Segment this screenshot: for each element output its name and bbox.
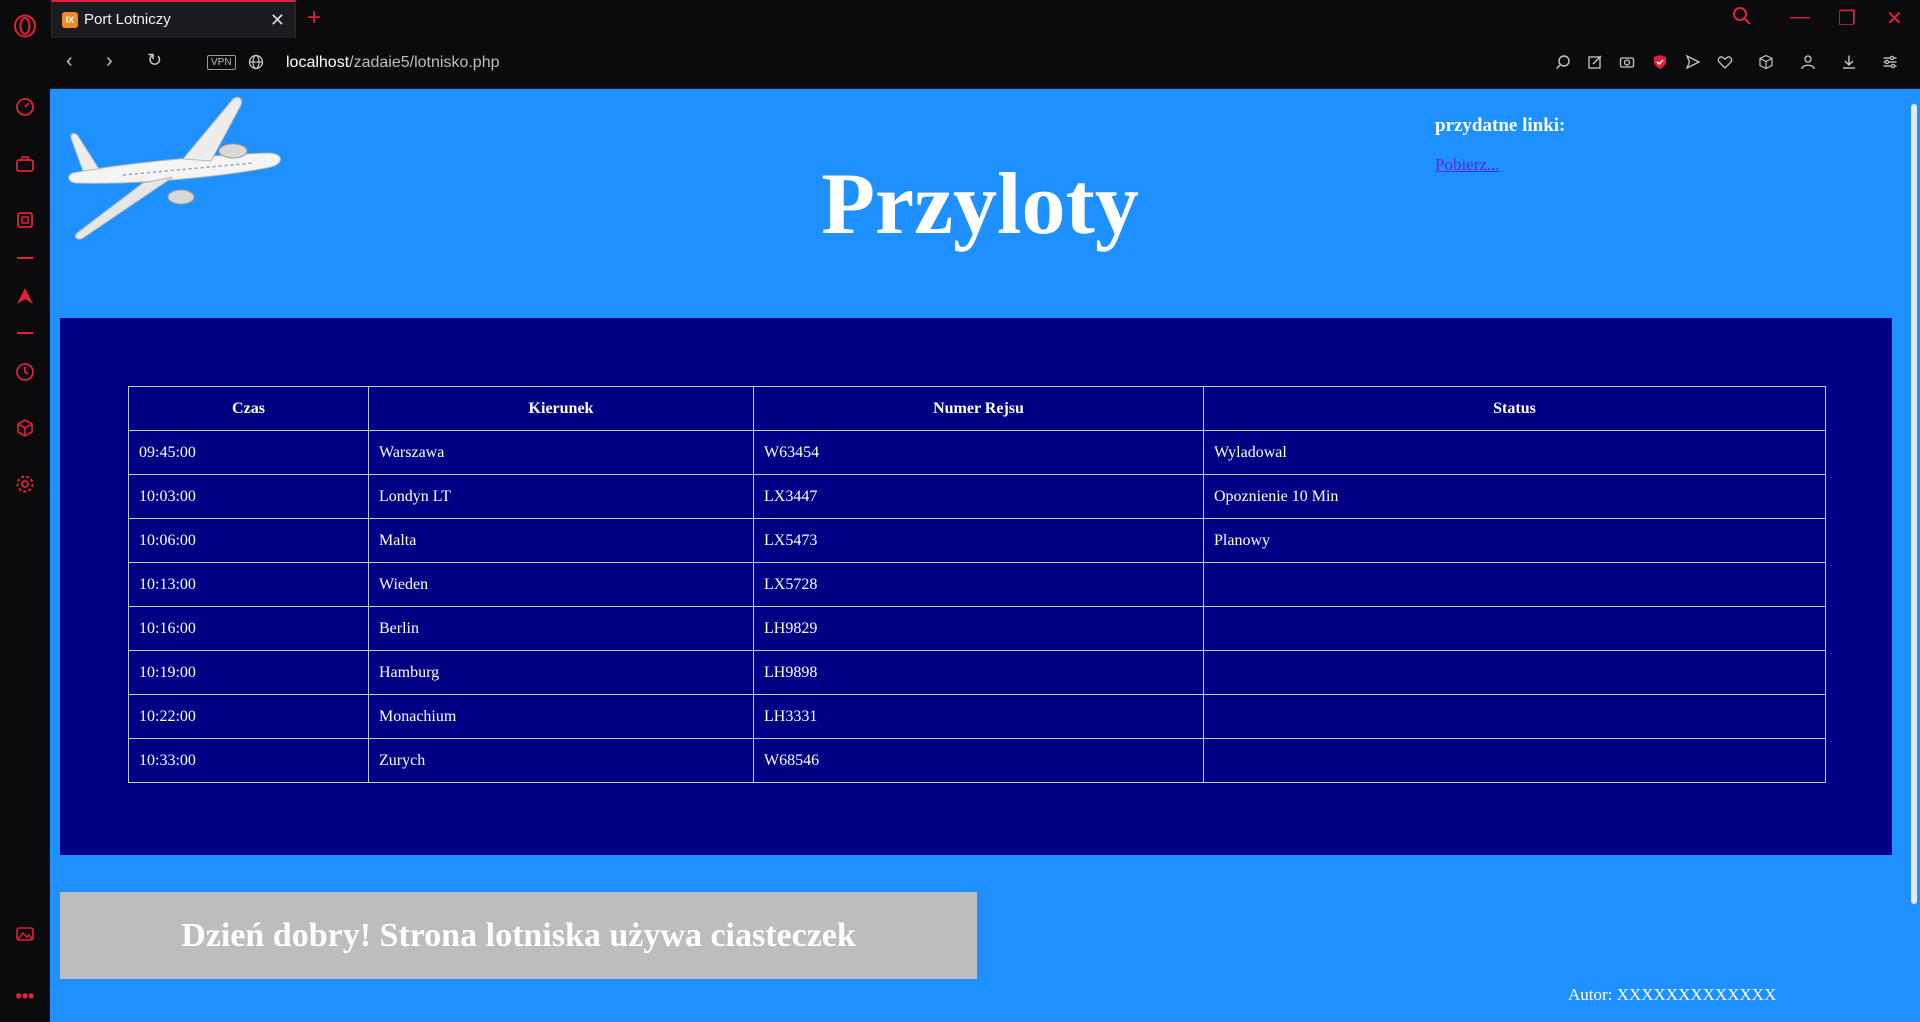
cell-flight-number: W63454	[753, 430, 1204, 475]
cell-time: 10:16:00	[128, 606, 369, 651]
cell-direction: Zurych	[368, 738, 754, 783]
page-scrollbar[interactable]	[1906, 89, 1920, 1022]
cell-direction: Wieden	[368, 562, 754, 607]
cell-status	[1203, 738, 1826, 783]
globe-icon[interactable]	[246, 52, 266, 72]
cell-time: 10:06:00	[128, 518, 369, 563]
useful-links-section: przydatne linki: Pobierz...	[1435, 115, 1565, 175]
cell-flight-number: LX5473	[753, 518, 1204, 563]
profile-icon[interactable]	[1798, 52, 1818, 72]
new-tab-icon[interactable]: +	[307, 4, 321, 32]
cell-time: 10:33:00	[128, 738, 369, 783]
more-dots-icon[interactable]: •••	[13, 984, 37, 1008]
cell-status	[1203, 694, 1826, 739]
cell-direction: Monachium	[368, 694, 754, 739]
vpn-badge[interactable]: VPN	[207, 55, 236, 70]
tab-strip: IX Port Lotniczy ✕ + — ❐ ✕	[50, 0, 1920, 38]
page-viewport: Przyloty przydatne linki: Pobierz... Cza…	[50, 89, 1920, 1022]
cell-direction: Londyn LT	[368, 474, 754, 519]
column-header-direction: Kierunek	[368, 386, 754, 431]
extension-chip-icon[interactable]	[13, 208, 37, 232]
links-title: przydatne linki:	[1435, 115, 1566, 136]
history-icon[interactable]	[13, 360, 37, 384]
author-footer: Autor: XXXXXXXXXXXXX	[1568, 985, 1777, 1004]
cell-direction: Berlin	[368, 606, 754, 651]
tab-title: Port Lotniczy	[84, 11, 171, 28]
reload-icon[interactable]: ↻	[147, 50, 162, 71]
briefcase-icon[interactable]	[13, 152, 37, 176]
scrollbar-thumb[interactable]	[1911, 104, 1917, 904]
close-tab-icon[interactable]: ✕	[270, 10, 285, 31]
cell-status: Wyladowal	[1203, 430, 1826, 475]
send-flow-icon[interactable]	[1683, 52, 1703, 72]
xampp-favicon-icon: IX	[62, 12, 78, 28]
cell-status: Planowy	[1203, 518, 1826, 563]
download-icon[interactable]	[1839, 52, 1859, 72]
table-header-row: Czas Kierunek Numer Rejsu Status	[128, 386, 1826, 431]
cell-time: 10:19:00	[128, 650, 369, 695]
cell-status	[1203, 562, 1826, 607]
aria-icon[interactable]	[13, 284, 37, 308]
cell-time: 09:45:00	[128, 430, 369, 475]
table-row: 10:33:00 Zurych W68546	[128, 738, 1826, 783]
back-icon[interactable]: ‹	[66, 50, 73, 73]
adblock-shield-icon[interactable]	[1650, 52, 1670, 72]
url-host: localhost	[286, 54, 350, 71]
forward-icon[interactable]: ›	[106, 50, 113, 73]
url-path: /zadaie5/lotnisko.php	[349, 54, 500, 71]
address-bar: ‹ › ↻ VPN localhost/zadaie5/lotnisko.php	[50, 38, 1920, 89]
cell-direction: Warszawa	[368, 430, 754, 475]
cell-flight-number: W68546	[753, 738, 1204, 783]
table-row: 10:06:00 Malta LX5473 Planowy	[128, 518, 1826, 563]
cell-time: 10:13:00	[128, 562, 369, 607]
tab-port-lotniczy[interactable]: IX Port Lotniczy ✕	[51, 0, 296, 38]
camera-snapshot-icon[interactable]	[1617, 52, 1637, 72]
easy-setup-icon[interactable]	[1880, 52, 1900, 72]
extensions-cube-icon[interactable]	[1756, 52, 1776, 72]
sidebar-divider	[17, 257, 33, 259]
search-tabs-icon[interactable]	[1732, 6, 1752, 32]
table-row: 09:45:00 Warszawa W63454 Wyladowal	[128, 430, 1826, 475]
cell-status: Opoznienie 10 Min	[1203, 474, 1826, 519]
download-link[interactable]: Pobierz...	[1435, 155, 1565, 175]
browser-sidebar: •••	[0, 0, 51, 1022]
cell-flight-number: LX3447	[753, 474, 1204, 519]
page-title: Przyloty	[821, 156, 1139, 253]
restore-icon[interactable]: ❐	[1838, 6, 1856, 31]
cell-time: 10:03:00	[128, 474, 369, 519]
cell-flight-number: LH3331	[753, 694, 1204, 739]
minimize-icon[interactable]: —	[1790, 6, 1810, 29]
heart-bookmark-icon[interactable]	[1715, 52, 1735, 72]
arrivals-table: Czas Kierunek Numer Rejsu Status 09:45:0…	[128, 386, 1826, 783]
table-row: 10:16:00 Berlin LH9829	[128, 606, 1826, 651]
cell-direction: Hamburg	[368, 650, 754, 695]
edit-share-icon[interactable]	[1585, 52, 1605, 72]
cell-time: 10:22:00	[128, 694, 369, 739]
table-row: 10:03:00 Londyn LT LX3447 Opoznienie 10 …	[128, 474, 1826, 519]
speed-dial-icon[interactable]	[13, 95, 37, 119]
wallpaper-icon[interactable]	[13, 922, 37, 946]
table-row: 10:13:00 Wieden LX5728	[128, 562, 1826, 607]
cell-direction: Malta	[368, 518, 754, 563]
cell-status	[1203, 606, 1826, 651]
cell-flight-number: LH9829	[753, 606, 1204, 651]
cell-flight-number: LH9898	[753, 650, 1204, 695]
cube-icon[interactable]	[13, 416, 37, 440]
search-page-icon[interactable]	[1553, 52, 1573, 72]
table-row: 10:22:00 Monachium LH3331	[128, 694, 1826, 739]
arrivals-board: Czas Kierunek Numer Rejsu Status 09:45:0…	[60, 318, 1892, 855]
opera-logo-icon[interactable]	[13, 14, 37, 38]
cell-flight-number: LX5728	[753, 562, 1204, 607]
column-header-time: Czas	[128, 386, 369, 431]
cell-status	[1203, 650, 1826, 695]
table-row: 10:19:00 Hamburg LH9898	[128, 650, 1826, 695]
column-header-status: Status	[1203, 386, 1826, 431]
sidebar-divider	[17, 332, 33, 334]
settings-gear-icon[interactable]	[13, 472, 37, 496]
column-header-flight-number: Numer Rejsu	[753, 386, 1204, 431]
close-window-icon[interactable]: ✕	[1886, 6, 1903, 31]
url-field[interactable]: localhost/zadaie5/lotnisko.php	[286, 54, 499, 72]
cookie-banner: Dzień dobry! Strona lotniska używa ciast…	[60, 892, 977, 979]
